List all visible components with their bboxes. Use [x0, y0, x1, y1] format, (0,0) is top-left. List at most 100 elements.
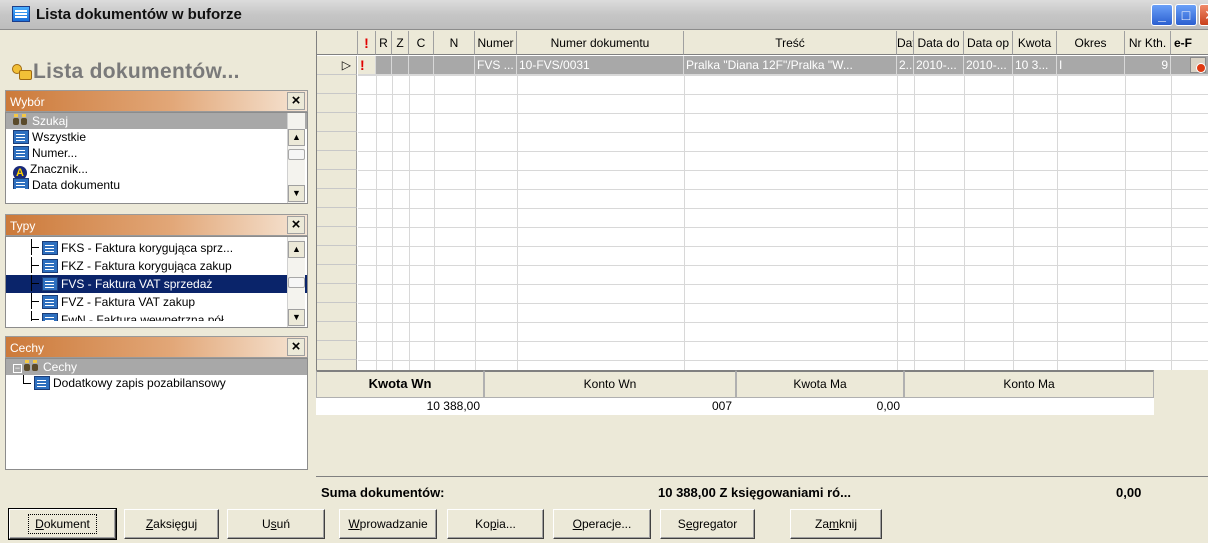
booking-kwota-wn[interactable]: 10 388,00: [316, 398, 484, 415]
col-header-dat[interactable]: Dat: [897, 31, 914, 55]
scroll-thumb[interactable]: [288, 277, 305, 288]
scroll-up-icon[interactable]: ▲: [288, 129, 305, 146]
cechy-item-dodatkowy[interactable]: Dodatkowy zapis pozabilansowy: [6, 375, 307, 391]
booking-konto-ma[interactable]: [904, 398, 1154, 415]
section-header-wybor[interactable]: Wybór ×: [5, 90, 308, 112]
booking-panel: Kwota Wn Konto Wn Kwota Ma Konto Ma 10 3…: [316, 370, 1208, 474]
typy-list: FKS - Faktura korygująca sprz... FKZ - F…: [5, 236, 308, 328]
col-header-nr-kth[interactable]: Nr Kth.: [1125, 31, 1171, 55]
col-header-flag-label: !: [364, 35, 369, 51]
cechy-root[interactable]: − Cechy: [6, 359, 307, 375]
booking-konto-wn[interactable]: 007: [484, 398, 736, 415]
col-header-kwota[interactable]: Kwota: [1013, 31, 1057, 55]
row-dat-cell[interactable]: 2...: [897, 56, 914, 75]
maximize-button[interactable]: □: [1175, 4, 1197, 26]
collapse-icon[interactable]: −: [13, 364, 22, 373]
summary-label: Suma dokumentów:: [321, 485, 445, 500]
row-indicator: [317, 227, 357, 246]
row-indicator: [317, 170, 357, 189]
col-header-tresc[interactable]: Treść: [684, 31, 897, 55]
document-list-icon: [42, 259, 58, 273]
row-c-cell[interactable]: [409, 56, 434, 75]
typy-scrollbar[interactable]: ▲ ▼: [287, 237, 305, 327]
scroll-down-icon[interactable]: ▼: [288, 309, 305, 326]
typy-item-fwn[interactable]: FwN - Faktura wewnętrzna pół: [6, 311, 307, 321]
close-section-cechy-button[interactable]: ×: [287, 338, 305, 356]
wybor-item-numer[interactable]: Numer...: [6, 145, 307, 161]
col-header-numer[interactable]: Numer: [475, 31, 517, 55]
row-n-cell[interactable]: [434, 56, 475, 75]
col-header-z[interactable]: Z: [392, 31, 409, 55]
zaksieguj-button[interactable]: Zaksięguj: [124, 509, 219, 539]
wprowadzanie-button[interactable]: Wprowadzanie: [339, 509, 437, 539]
cechy-root-label: Cechy: [43, 360, 78, 374]
title-bar[interactable]: Lista dokumentów w buforze _ □ ✕: [0, 0, 1208, 30]
wybor-item-wszystkie[interactable]: Wszystkie: [6, 129, 307, 145]
wybor-scrollbar[interactable]: ▲ ▼: [287, 113, 305, 203]
row-indicator: [317, 303, 357, 322]
row-indicator: [317, 75, 357, 94]
close-section-wybor-button[interactable]: ×: [287, 92, 305, 110]
documents-grid: ! R Z C N Numer Numer dokumentu Treść Da…: [316, 31, 1208, 370]
booking-header-konto-wn[interactable]: Konto Wn: [484, 370, 736, 398]
usun-button[interactable]: Usuń: [227, 509, 325, 539]
col-header-c[interactable]: C: [409, 31, 434, 55]
col-header-r[interactable]: R: [376, 31, 392, 55]
close-window-button[interactable]: ✕: [1199, 4, 1208, 26]
wybor-item-znacznik[interactable]: A Znacznik...: [6, 161, 307, 180]
section-header-typy[interactable]: Typy ×: [5, 214, 308, 236]
booking-kwota-ma[interactable]: 0,00: [736, 398, 904, 415]
booking-header-kwota-ma[interactable]: Kwota Ma: [736, 370, 904, 398]
booking-row[interactable]: 10 388,00 007 0,00: [316, 398, 1154, 415]
typy-item-fvs[interactable]: FVS - Faktura VAT sprzedaż: [6, 275, 307, 293]
wybor-item-data-dokumentu[interactable]: Data dokumentu: [6, 177, 307, 189]
row-okres-cell[interactable]: I: [1057, 56, 1125, 75]
summary-bar: Suma dokumentów: 10 388,00 Z księgowania…: [316, 476, 1208, 506]
col-header-flag[interactable]: !: [358, 31, 376, 55]
binoculars-icon: [13, 114, 29, 128]
row-data-op-cell[interactable]: 2010-...: [964, 56, 1013, 75]
col-header-n[interactable]: N: [434, 31, 475, 55]
close-section-typy-button[interactable]: ×: [287, 216, 305, 234]
row-z-cell[interactable]: [392, 56, 409, 75]
typy-item-label: FVZ - Faktura VAT zakup: [61, 295, 196, 309]
row-nr-kth-cell[interactable]: 9: [1125, 56, 1171, 75]
col-header-okres[interactable]: Okres: [1057, 31, 1125, 55]
minimize-button[interactable]: _: [1151, 4, 1173, 26]
row-tresc-cell[interactable]: Pralka "Diana 12F"/Pralka "W...: [684, 56, 897, 75]
col-header-numer-dokumentu[interactable]: Numer dokumentu: [517, 31, 684, 55]
row-indicator: [317, 322, 357, 341]
dokument-button[interactable]: Dokument: [8, 508, 117, 540]
scroll-thumb[interactable]: [288, 149, 305, 160]
document-buffer-window: Lista dokumentów w buforze _ □ ✕ Lista d…: [0, 0, 1208, 543]
user-group-icon: [11, 62, 32, 80]
segregator-button[interactable]: Segregator: [660, 509, 755, 539]
typy-item-fvz[interactable]: FVZ - Faktura VAT zakup: [6, 293, 307, 311]
col-header-data-op[interactable]: Data op: [964, 31, 1013, 55]
grid-corner: [317, 31, 358, 55]
col-header-ef[interactable]: e-F: [1171, 31, 1208, 55]
row-indicator: [317, 94, 357, 113]
booking-header-kwota-wn[interactable]: Kwota Wn: [316, 370, 484, 398]
zamknij-button[interactable]: Zamknij: [790, 509, 882, 539]
tree-connector: [26, 257, 40, 273]
section-wybor-label: Wybór: [10, 95, 45, 109]
booking-header-konto-ma[interactable]: Konto Ma: [904, 370, 1154, 398]
row-indicator-current[interactable]: ▷: [317, 56, 357, 75]
row-numer-dokumentu-cell[interactable]: 10-FVS/0031: [517, 56, 684, 75]
typy-item-fks[interactable]: FKS - Faktura korygująca sprz...: [6, 239, 307, 257]
row-ef-cell[interactable]: [1171, 56, 1208, 75]
scroll-down-icon[interactable]: ▼: [288, 185, 305, 202]
wybor-item-szukaj[interactable]: Szukaj: [6, 113, 307, 129]
scroll-up-icon[interactable]: ▲: [288, 241, 305, 258]
row-numer-cell[interactable]: FVS ...: [475, 56, 517, 75]
operacje-button[interactable]: Operacje...: [553, 509, 651, 539]
row-data-do-cell[interactable]: 2010-...: [914, 56, 964, 75]
kopia-button[interactable]: Kopia...: [447, 509, 544, 539]
row-kwota-cell[interactable]: 10 3...: [1013, 56, 1057, 75]
row-r-cell[interactable]: [376, 56, 392, 75]
col-header-data-do[interactable]: Data do: [914, 31, 964, 55]
table-row[interactable]: ! FVS ... 10-FVS/0031 Pralka "Diana 12F"…: [358, 56, 1208, 75]
section-header-cechy[interactable]: Cechy ×: [5, 336, 308, 358]
typy-item-fkz[interactable]: FKZ - Faktura korygująca zakup: [6, 257, 307, 275]
